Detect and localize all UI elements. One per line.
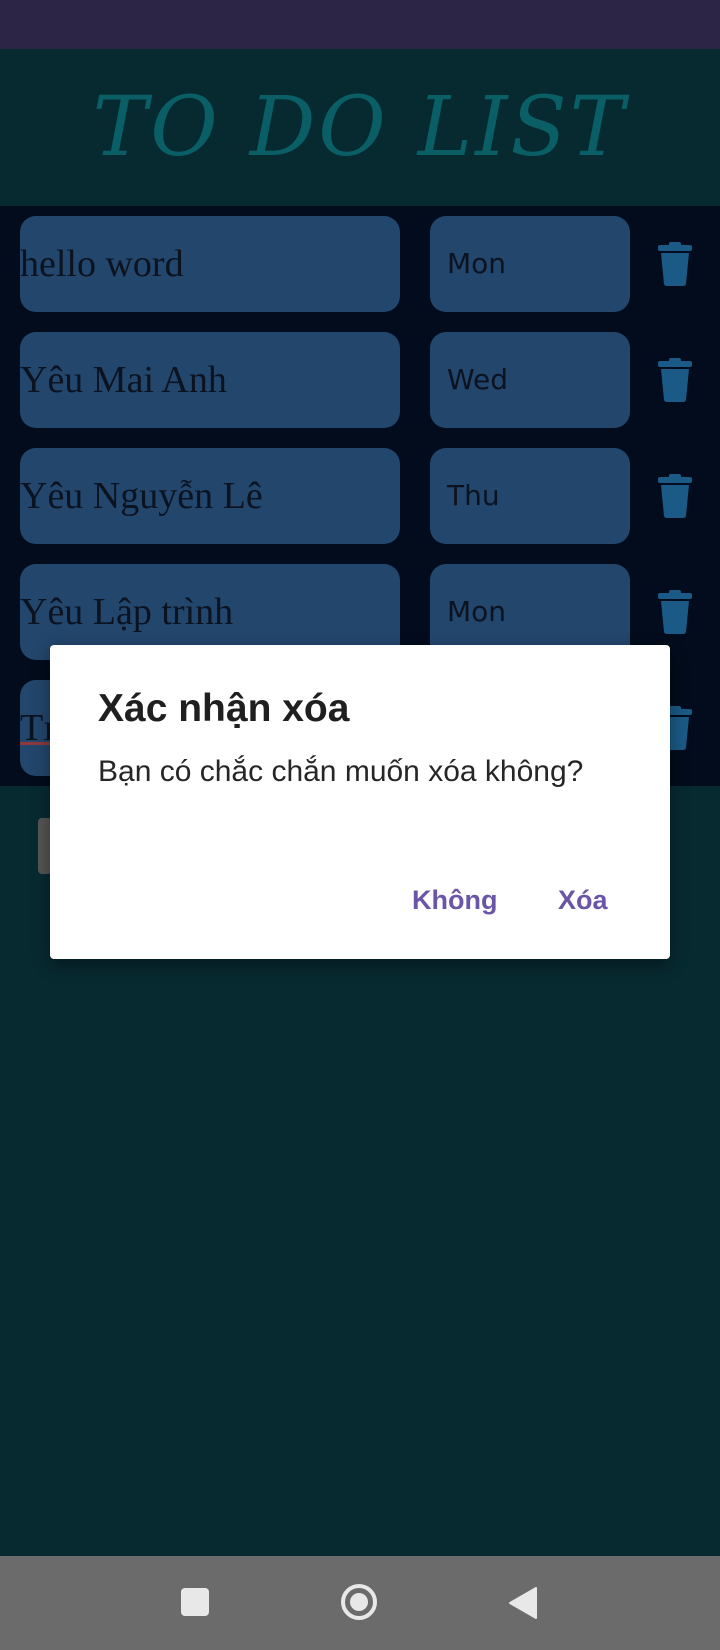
confirm-delete-dialog: Xác nhận xóa Bạn có chắc chắn muốn xóa k… [50, 645, 670, 959]
day-field[interactable]: Wed [430, 332, 630, 428]
task-text: Tı [20, 707, 54, 749]
day-text: Thu [447, 479, 500, 512]
trash-icon[interactable] [656, 358, 694, 402]
circle-icon[interactable] [340, 1583, 378, 1621]
delete-button[interactable]: Xóa [558, 885, 608, 916]
trash-icon[interactable] [656, 474, 694, 518]
task-row: Yêu Nguyễn Lê Thu [0, 448, 720, 544]
day-field[interactable]: Mon [430, 216, 630, 312]
task-text: hello word [20, 243, 184, 285]
app-header: TO DO LIST [0, 49, 720, 206]
task-text: Yêu Mai Anh [20, 359, 227, 401]
task-field[interactable]: Yêu Mai Anh [20, 332, 400, 428]
dialog-title: Xác nhận xóa [98, 687, 350, 730]
triangle-back-icon[interactable] [508, 1586, 538, 1620]
day-field[interactable]: Thu [430, 448, 630, 544]
task-row: hello word Mon [0, 216, 720, 312]
day-text: Wed [447, 363, 509, 396]
square-icon[interactable] [181, 1588, 209, 1616]
task-row: Yêu Mai Anh Wed [0, 332, 720, 428]
trash-icon[interactable] [656, 242, 694, 286]
task-text: Yêu Nguyễn Lê [20, 475, 263, 517]
page-title: TO DO LIST [92, 80, 628, 175]
task-field[interactable]: Yêu Nguyễn Lê [20, 448, 400, 544]
dialog-message: Bạn có chắc chắn muốn xóa không? [98, 755, 584, 788]
status-bar [0, 0, 720, 49]
cancel-button[interactable]: Không [412, 885, 497, 916]
day-text: Mon [447, 247, 507, 280]
trash-icon[interactable] [656, 590, 694, 634]
task-field[interactable]: hello word [20, 216, 400, 312]
